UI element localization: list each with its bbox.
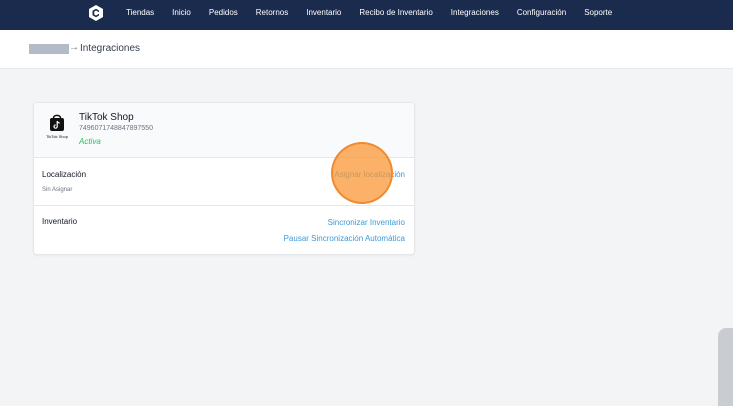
tiktok-shop-logo: TikTok Shop xyxy=(42,113,72,141)
nav-item-tiendas[interactable]: Tiendas xyxy=(126,8,154,17)
side-widget[interactable] xyxy=(718,328,733,406)
integration-name: TikTok Shop xyxy=(79,112,134,123)
click-indicator xyxy=(331,142,393,204)
inventory-title: Inventario xyxy=(42,217,78,226)
nav-item-inventario[interactable]: Inventario xyxy=(306,8,341,17)
pause-sync-link[interactable]: Pausar Sincronización Automática xyxy=(284,234,405,243)
nav-item-soporte[interactable]: Soporte xyxy=(584,8,612,17)
nav-item-configuracion[interactable]: Configuración xyxy=(517,8,566,17)
nav-item-integraciones[interactable]: Integraciones xyxy=(451,8,499,17)
logo-caption: TikTok Shop xyxy=(46,134,68,139)
nav-item-recibo-inventario[interactable]: Recibo de Inventario xyxy=(359,8,432,17)
breadcrumb-redacted xyxy=(29,44,69,54)
nav-item-inicio[interactable]: Inicio xyxy=(172,8,191,17)
sync-inventory-link[interactable]: Sincronizar Inventario xyxy=(328,218,405,227)
page-title: Integraciones xyxy=(80,43,141,54)
integration-id: 7496071748847897550 xyxy=(79,125,153,132)
nav-item-retornos[interactable]: Retornos xyxy=(256,8,288,17)
breadcrumb-arrow-icon: → xyxy=(69,42,79,53)
location-title: Localización xyxy=(42,170,87,179)
nav-item-pedidos[interactable]: Pedidos xyxy=(209,8,238,17)
location-value: Sin Asignar xyxy=(42,187,73,193)
brand-logo-icon[interactable] xyxy=(89,5,103,21)
status-badge: Activa xyxy=(79,137,101,146)
nav-menu: Tiendas Inicio Pedidos Retornos Inventar… xyxy=(117,0,621,24)
tiktok-bag-icon xyxy=(50,114,64,131)
top-navbar: Tiendas Inicio Pedidos Retornos Inventar… xyxy=(0,0,733,30)
